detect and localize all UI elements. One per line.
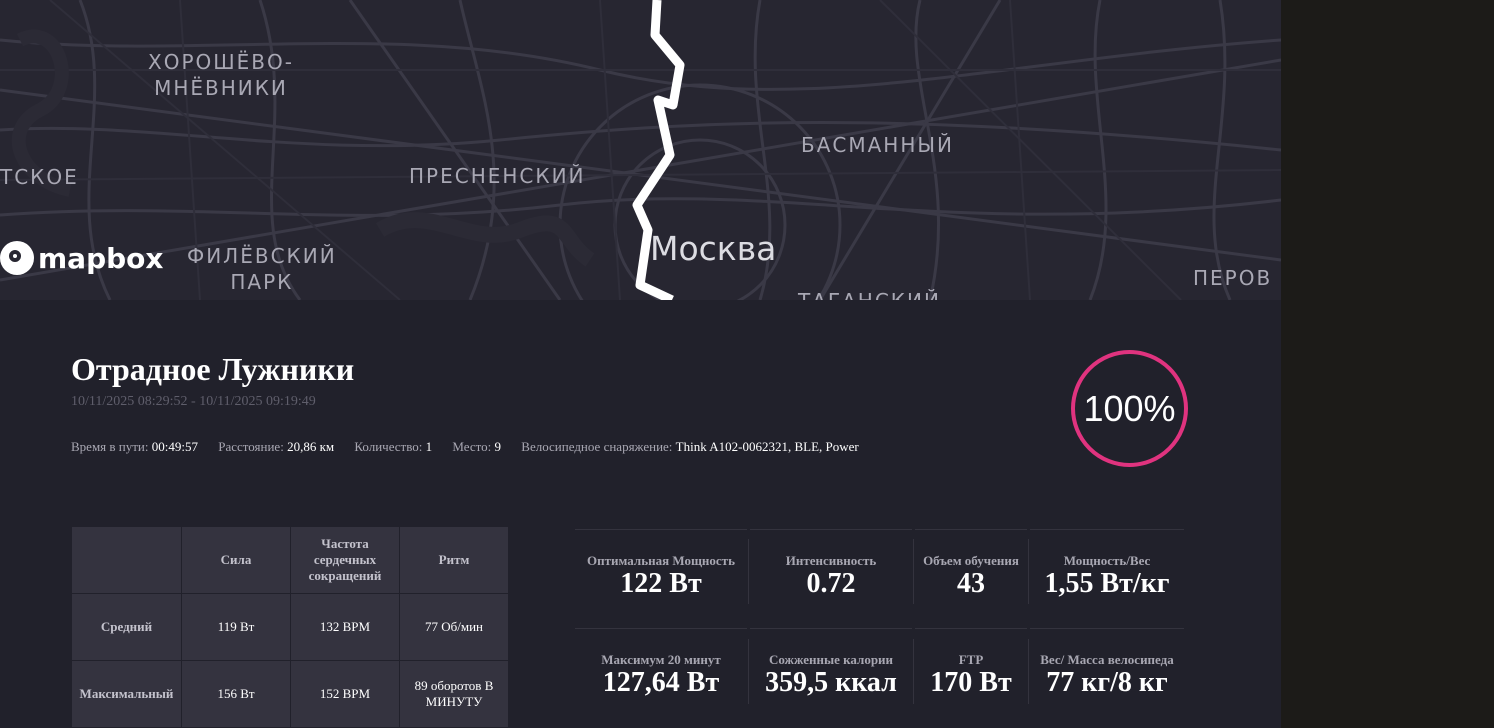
- workout-date-range: 10/11/2025 08:29:52 - 10/11/2025 09:19:4…: [71, 394, 316, 409]
- metric-value: 359,5 ккал: [765, 667, 897, 698]
- metric-label: Мощность/Вес: [1063, 553, 1151, 568]
- mapbox-logo-icon: [0, 241, 34, 275]
- metric-power-weight: Мощность/Вес 1,55 Вт/кг: [1030, 529, 1184, 628]
- metric-intensity: Интенсивность 0.72: [750, 529, 912, 628]
- table-row: Максимальный 156 Вт 152 BPM 89 оборотов …: [71, 660, 509, 728]
- meta-count: Количество: 1: [354, 439, 433, 454]
- stats-table: Сила Частота сердечных сокращений Ритм С…: [71, 526, 509, 728]
- metric-value: 127,64 Вт: [602, 667, 720, 698]
- table-cell: 152 BPM: [290, 660, 400, 728]
- workout-meta: Время в пути: 00:49:57 Расстояние: 20,86…: [71, 439, 876, 455]
- table-header: Частота сердечных сокращений: [290, 526, 400, 594]
- metric-optimal-power: Оптимальная Мощность 122 Вт: [575, 529, 747, 628]
- meta-place: Место: 9: [452, 439, 502, 454]
- table-cell: 119 Вт: [181, 593, 291, 661]
- map-label-city: Москва: [650, 229, 777, 268]
- completion-percent: 100%: [1083, 387, 1176, 429]
- meta-equipment: Велосипедное снаряжение: Think A102-0062…: [521, 439, 859, 454]
- metric-divider: [1028, 639, 1029, 704]
- completion-ring: 100%: [1071, 350, 1188, 467]
- table-header: [71, 526, 182, 594]
- metric-weight-bike: Вес/ Масса велосипеда 77 кг/8 кг: [1030, 628, 1184, 727]
- map-label-district: ХОРОШЁВО- МНЁВНИКИ: [148, 50, 294, 100]
- table-cell: 89 оборотов В МИНУТУ: [399, 660, 509, 728]
- table-cell: 132 BPM: [290, 593, 400, 661]
- mapbox-logo-text: mapbox: [38, 241, 164, 275]
- workout-title: Отрадное Лужники: [71, 351, 355, 387]
- metric-label: Максимум 20 минут: [601, 652, 721, 667]
- table-cell: 156 Вт: [181, 660, 291, 728]
- map-label-district: ПЕРОВ: [1193, 266, 1273, 290]
- table-row-label: Максимальный: [71, 660, 182, 728]
- workout-panel: ХОРОШЁВО- МНЁВНИКИ БАСМАННЫЙ ТСКОЕ ПРЕСН…: [0, 0, 1281, 728]
- mapbox-logo[interactable]: mapbox: [0, 241, 163, 275]
- metric-divider: [748, 539, 749, 604]
- map-label-district: ТАГАНСКИЙ: [798, 288, 941, 300]
- metric-label: Оптимальная Мощность: [587, 553, 735, 568]
- table-header-row: Сила Частота сердечных сокращений Ритм: [71, 526, 509, 594]
- meta-moving-time: Время в пути: 00:49:57: [71, 439, 198, 454]
- meta-distance: Расстояние: 20,86 км: [218, 439, 335, 454]
- metric-value: 122 Вт: [620, 568, 702, 599]
- table-header: Ритм: [399, 526, 509, 594]
- metric-value: 43: [957, 568, 985, 599]
- metric-divider: [913, 539, 914, 604]
- table-header: Сила: [181, 526, 291, 594]
- metric-divider: [748, 639, 749, 704]
- map-label-district: ФИЛЁВСКИЙ ПАРК: [187, 244, 337, 294]
- metric-value: 170 Вт: [930, 667, 1012, 698]
- metric-divider: [913, 639, 914, 704]
- metric-label: FTP: [958, 652, 984, 667]
- map-label-district: ТСКОЕ: [0, 165, 79, 189]
- map-label-district: БАСМАННЫЙ: [801, 133, 954, 157]
- metric-label: Интенсивность: [785, 553, 877, 568]
- metric-label: Сожженные калории: [768, 652, 894, 667]
- map-label-district: ПРЕСНЕНСКИЙ: [409, 164, 586, 188]
- metric-max-20-min: Максимум 20 минут 127,64 Вт: [575, 628, 747, 727]
- metric-ftp: FTP 170 Вт: [915, 628, 1027, 727]
- table-cell: 77 Об/мин: [399, 593, 509, 661]
- metric-value: 1,55 Вт/кг: [1044, 568, 1170, 599]
- metric-value: 77 кг/8 кг: [1046, 667, 1168, 698]
- table-row-label: Средний: [71, 593, 182, 661]
- metric-divider: [1028, 539, 1029, 604]
- metric-label: Объем обучения: [923, 553, 1019, 568]
- metric-training-load: Объем обучения 43: [915, 529, 1027, 628]
- metric-label: Вес/ Масса велосипеда: [1040, 652, 1174, 667]
- table-row: Средний 119 Вт 132 BPM 77 Об/мин: [71, 593, 509, 661]
- metric-value: 0.72: [806, 568, 856, 599]
- route-map[interactable]: ХОРОШЁВО- МНЁВНИКИ БАСМАННЫЙ ТСКОЕ ПРЕСН…: [0, 0, 1281, 300]
- metric-calories: Сожженные калории 359,5 ккал: [750, 628, 912, 727]
